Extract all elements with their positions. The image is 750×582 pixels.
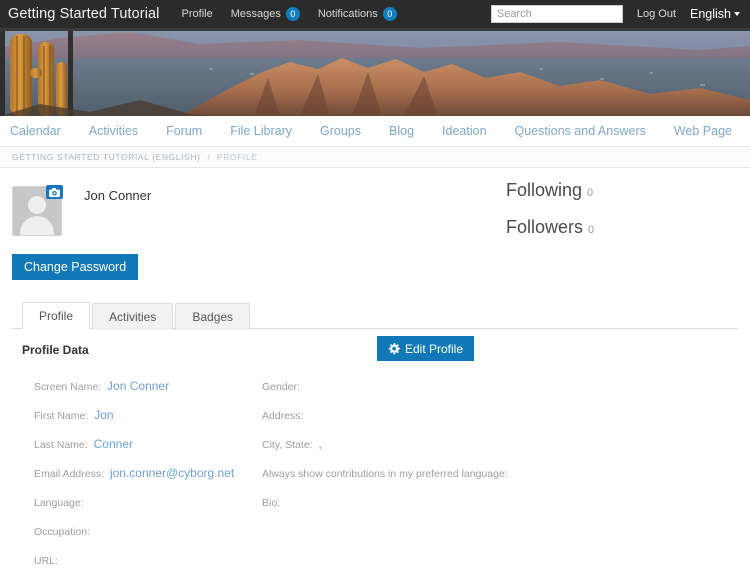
profile-fields-right-column: Gender: Address: City, State: , Always s…	[262, 379, 728, 582]
breadcrumb-current: PROFILE	[216, 152, 258, 162]
field-city-state: City, State: ,	[262, 437, 728, 451]
profile-header: Jon Conner	[12, 168, 738, 236]
site-nav-item-web-page[interactable]: Web Page	[660, 124, 746, 138]
site-nav-item-ideation[interactable]: Ideation	[428, 124, 500, 138]
top-nav-item-messages[interactable]: Messages 0	[231, 7, 300, 21]
followers-count: 0	[588, 224, 595, 236]
follow-stats: Following 0 Followers 0	[506, 180, 594, 254]
messages-count-badge: 0	[285, 7, 300, 21]
top-bar: Getting Started Tutorial Profile Message…	[0, 0, 750, 28]
field-last-name: Last Name: Conner	[34, 437, 262, 451]
field-value: Conner	[93, 437, 133, 451]
language-selector[interactable]: English	[690, 7, 740, 21]
followers-row[interactable]: Followers 0	[506, 217, 594, 238]
top-nav-item-notifications[interactable]: Notifications 0	[318, 7, 397, 21]
breadcrumb-root[interactable]: GETTING STARTED TUTORIAL (ENGLISH)	[12, 152, 201, 162]
top-nav-label: Messages	[230, 8, 281, 20]
avatar-head-shape	[28, 196, 46, 214]
field-screen-name: Screen Name: Jon Conner	[34, 379, 262, 393]
site-nav-item-activities[interactable]: Activities	[75, 124, 152, 138]
site-nav-item-questions-and-answers[interactable]: Questions and Answers	[501, 124, 660, 138]
language-label: English	[690, 7, 731, 21]
site-nav-item-calendar[interactable]: Calendar	[6, 124, 75, 138]
top-bar-right: Log Out English	[490, 5, 740, 23]
following-row[interactable]: Following 0	[506, 180, 594, 201]
field-always-show-contributions: Always show contributions in my preferre…	[262, 466, 728, 480]
followers-label: Followers	[506, 217, 584, 237]
avatar-wrapper	[12, 185, 63, 236]
field-label: Bio:	[262, 497, 281, 509]
top-nav-label: Profile	[181, 8, 213, 20]
edit-profile-label: Edit Profile	[404, 341, 463, 356]
camera-icon[interactable]	[46, 185, 63, 199]
field-url: URL:	[34, 553, 262, 567]
field-address: Address:	[262, 408, 728, 422]
top-nav-item-profile[interactable]: Profile	[182, 8, 213, 20]
field-label: Address:	[262, 410, 304, 422]
edit-profile-button[interactable]: Edit Profile	[376, 336, 474, 361]
site-nav: Calendar Activities Forum File Library G…	[0, 116, 750, 146]
field-label: Occupation:	[34, 526, 91, 538]
field-label: URL:	[34, 555, 58, 567]
profile-tabs-container: Profile Activities Badges	[12, 301, 738, 330]
notifications-count-badge: 0	[382, 7, 397, 21]
breadcrumb-separator: /	[207, 152, 210, 162]
breadcrumb: GETTING STARTED TUTORIAL (ENGLISH) / PRO…	[0, 146, 750, 168]
field-value: ,	[318, 437, 322, 451]
field-value: jon.conner@cyborg.net	[109, 466, 235, 480]
site-nav-item-groups[interactable]: Groups	[306, 124, 375, 138]
logout-link[interactable]: Log Out	[637, 8, 676, 20]
profile-fields: Screen Name: Jon Conner First Name: Jon …	[22, 379, 728, 582]
tab-profile[interactable]: Profile	[22, 302, 91, 330]
field-language: Language:	[34, 495, 262, 509]
field-value: Jon Conner	[107, 379, 170, 393]
camera-glyph	[49, 187, 60, 197]
top-nav-label: Notifications	[317, 8, 378, 20]
tab-activities[interactable]: Activities	[92, 303, 174, 330]
field-email-address: Email Address: jon.conner@cyborg.net	[34, 466, 262, 480]
main-content: Jon Conner Change Password Following 0 Fo…	[0, 168, 750, 582]
site-nav-item-blog[interactable]: Blog	[375, 124, 428, 138]
field-label: Always show contributions in my preferre…	[262, 468, 508, 480]
profile-tabs: Profile Activities Badges	[12, 301, 738, 330]
field-label: Gender:	[262, 381, 300, 393]
site-nav-item-catalog[interactable]: Catalog	[746, 124, 750, 138]
site-nav-item-file-library[interactable]: File Library	[216, 124, 306, 138]
field-label: Last Name:	[34, 439, 88, 451]
field-gender: Gender:	[262, 379, 728, 393]
search-input[interactable]	[490, 5, 623, 23]
panel-title: Profile Data	[22, 343, 89, 357]
change-password-button[interactable]: Change Password	[12, 254, 139, 280]
site-banner-image	[0, 28, 750, 116]
user-display-name: Jon Conner	[84, 188, 152, 203]
field-label: First Name:	[34, 410, 89, 422]
field-label: City, State:	[262, 439, 313, 451]
site-title: Getting Started Tutorial	[8, 6, 160, 22]
gear-icon	[388, 342, 400, 354]
field-label: Language:	[34, 497, 84, 509]
banner-artwork	[0, 28, 750, 116]
avatar-body-shape	[20, 216, 54, 235]
chevron-down-icon	[734, 12, 740, 16]
profile-data-panel: Profile Data Edit Profile Screen Name: J…	[12, 329, 738, 582]
field-label: Email Address:	[34, 468, 105, 480]
field-value: Jon	[94, 408, 114, 422]
following-label: Following	[506, 180, 583, 200]
field-occupation: Occupation:	[34, 524, 262, 538]
field-first-name: First Name: Jon	[34, 408, 262, 422]
field-bio: Bio:	[262, 495, 728, 509]
following-count: 0	[587, 187, 594, 199]
top-nav: Profile Messages 0 Notifications 0	[182, 7, 397, 21]
field-label: Screen Name:	[34, 381, 102, 393]
profile-fields-left-column: Screen Name: Jon Conner First Name: Jon …	[22, 379, 262, 582]
site-nav-item-forum[interactable]: Forum	[152, 124, 216, 138]
tab-badges[interactable]: Badges	[175, 303, 251, 330]
